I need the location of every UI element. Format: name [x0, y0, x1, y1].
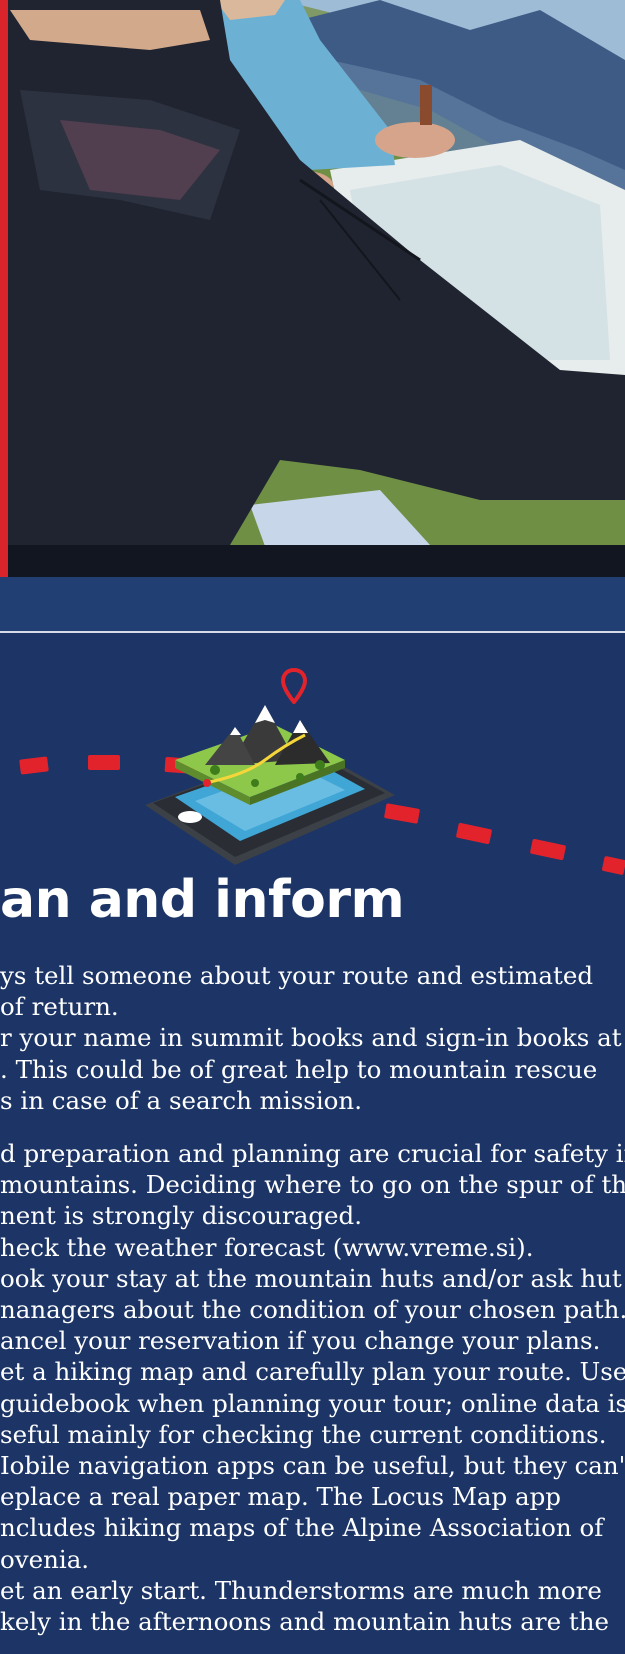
text-line: mountains. Deciding where to go on the s…: [0, 1170, 625, 1200]
page-edge-accent: [0, 0, 8, 577]
body-text: ys tell someone about your route and est…: [0, 960, 625, 1637]
text-line: et a hiking map and carefully plan your …: [0, 1357, 625, 1387]
text-line: ncludes hiking maps of the Alpine Associ…: [0, 1513, 604, 1543]
paragraph: d preparation and planning are crucial f…: [0, 1138, 625, 1637]
text-line: nanagers about the condition of your cho…: [0, 1295, 625, 1325]
text-line: r your name in summit books and sign-in …: [0, 1023, 622, 1053]
text-line: of return.: [0, 992, 119, 1022]
text-line: ovenia.: [0, 1544, 90, 1574]
text-line: ys tell someone about your route and est…: [0, 961, 594, 990]
phone-map-mountain-icon: [145, 705, 395, 865]
text-line: ook your stay at the mountain huts and/o…: [0, 1263, 622, 1293]
text-line: guidebook when planning your tour; onlin…: [0, 1388, 625, 1418]
text-line: nent is strongly discouraged.: [0, 1201, 363, 1231]
hero-photo: [0, 0, 625, 577]
text-line: seful mainly for checking the current co…: [0, 1419, 607, 1449]
text-line: eplace a real paper map. The Locus Map a…: [0, 1482, 561, 1512]
text-line: ancel your reservation if you change you…: [0, 1326, 601, 1356]
hikers-with-map-image: [0, 0, 625, 577]
text-line: s in case of a search mission.: [0, 1085, 362, 1115]
section-heading: an and inform: [0, 870, 405, 930]
text-line: et an early start. Thunderstorms are muc…: [0, 1575, 602, 1605]
text-line: d preparation and planning are crucial f…: [0, 1139, 625, 1169]
text-line: kely in the afternoons and mountain huts…: [0, 1607, 610, 1637]
paragraph: ys tell someone about your route and est…: [0, 960, 625, 1116]
color-band: [0, 577, 625, 633]
text-line: Iobile navigation apps can be useful, bu…: [0, 1451, 625, 1481]
text-line: heck the weather forecast (www.vreme.si)…: [0, 1232, 534, 1262]
route-dash: [88, 755, 120, 770]
text-line: . This could be of great help to mountai…: [0, 1054, 598, 1084]
location-pin-icon: [281, 668, 307, 704]
